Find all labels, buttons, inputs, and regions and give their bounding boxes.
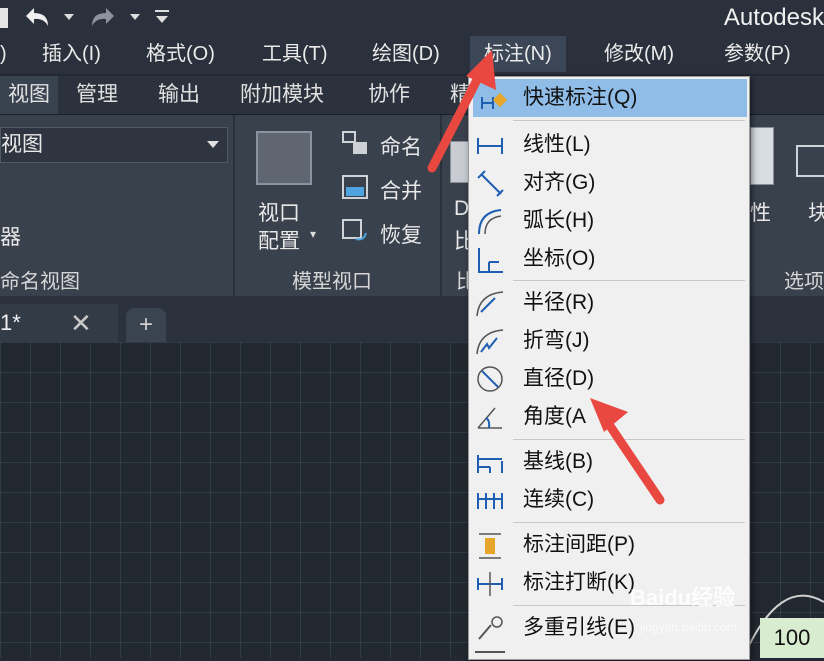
watermark-url: jingyan.baidu.com	[640, 620, 737, 634]
annotation-arrows	[427, 50, 665, 505]
annotation-arrow-top	[427, 50, 496, 173]
annotation-arrow-bottom	[590, 398, 665, 505]
zoom-value[interactable]: 100	[760, 618, 824, 658]
watermark-logo: Baidu经验	[630, 585, 736, 610]
